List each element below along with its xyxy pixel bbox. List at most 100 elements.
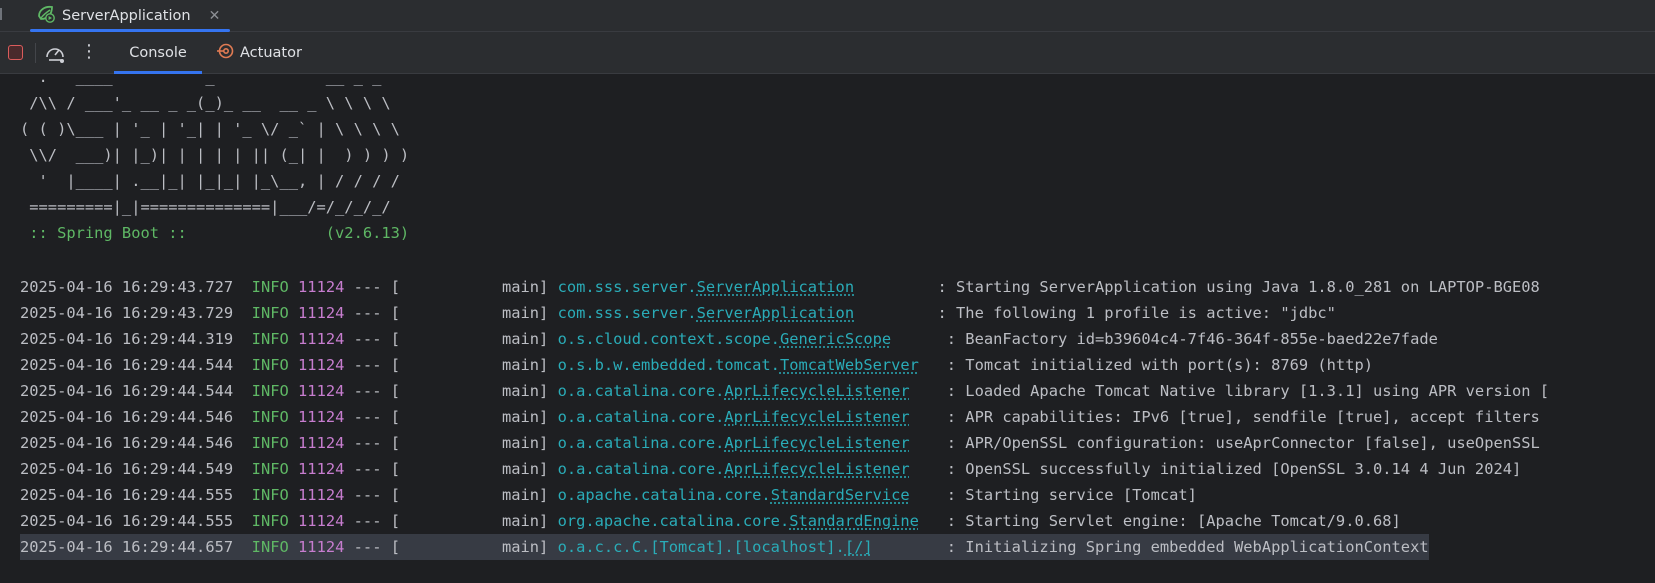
log-separator: ---	[353, 304, 382, 322]
log-separator: ---	[353, 382, 382, 400]
toolbar-divider	[35, 43, 36, 63]
log-message: : OpenSSL successfully initialized [Open…	[946, 460, 1522, 478]
log-logger-class-link[interactable]: StandardEngine	[789, 512, 919, 530]
log-pid: 11124	[298, 434, 345, 452]
log-line: 2025-04-16 16:29:44.544 INFO 11124 --- […	[20, 378, 1549, 404]
log-level: INFO	[251, 278, 289, 296]
stop-icon[interactable]	[8, 45, 23, 60]
log-line: 2025-04-16 16:29:44.657 INFO 11124 --- […	[20, 534, 1429, 560]
log-thread: [ main]	[390, 434, 549, 452]
log-logger-package: o.a.catalina.core.	[557, 434, 725, 452]
log-logger: o.a.c.c.C.[Tomcat].[localhost].[/]	[558, 538, 873, 556]
log-thread: [ main]	[390, 408, 549, 426]
log-level: INFO	[251, 512, 289, 530]
log-logger-package: o.a.c.c.C.[Tomcat].[localhost].	[557, 538, 845, 556]
log-pid: 11124	[298, 460, 345, 478]
log-timestamp: 2025-04-16 16:29:44.555	[20, 486, 234, 504]
log-pid: 11124	[298, 330, 345, 348]
log-message: : Tomcat initialized with port(s): 8769 …	[946, 356, 1373, 374]
log-logger-class-link[interactable]: AprLifecycleListener	[724, 434, 909, 452]
log-level: INFO	[251, 356, 289, 374]
log-timestamp: 2025-04-16 16:29:43.729	[20, 304, 234, 322]
log-thread: [ main]	[390, 304, 549, 322]
more-options-icon[interactable]: ⋮	[80, 39, 98, 65]
log-logger-class-link[interactable]: AprLifecycleListener	[724, 382, 909, 400]
log-level: INFO	[251, 408, 289, 426]
log-timestamp: 2025-04-16 16:29:44.544	[20, 382, 234, 400]
tab-actuator-label: Actuator	[240, 45, 302, 61]
log-message: : Starting Servlet engine: [Apache Tomca…	[946, 512, 1401, 530]
log-logger-package: o.s.cloud.context.scope.	[557, 330, 780, 348]
log-message: : BeanFactory id=b39604c4-7f46-364f-855e…	[946, 330, 1438, 348]
log-pid: 11124	[298, 382, 345, 400]
log-timestamp: 2025-04-16 16:29:44.555	[20, 512, 234, 530]
log-thread: [ main]	[390, 538, 549, 556]
log-line: 2025-04-16 16:29:43.729 INFO 11124 --- […	[20, 300, 1336, 326]
log-level: INFO	[251, 460, 289, 478]
log-thread: [ main]	[390, 460, 549, 478]
log-level: INFO	[251, 382, 289, 400]
log-logger-class-link[interactable]: GenericScope	[780, 330, 891, 348]
log-thread: [ main]	[390, 356, 549, 374]
log-logger-package: o.a.catalina.core.	[557, 460, 725, 478]
log-message: : The following 1 profile is active: "jd…	[937, 304, 1336, 322]
log-timestamp: 2025-04-16 16:29:44.544	[20, 356, 234, 374]
log-message: : Initializing Spring embedded WebApplic…	[946, 538, 1429, 556]
log-pid: 11124	[298, 538, 345, 556]
log-logger-package: o.apache.catalina.core.	[557, 486, 771, 504]
spring-boot-version-line: :: Spring Boot :: (v2.6.13)	[20, 224, 410, 242]
log-logger-class-link[interactable]: AprLifecycleListener	[724, 408, 909, 426]
banner-line: ( ( )\___ | '_ | '_| | '_ \/ _` | \ \ \ …	[20, 120, 400, 138]
log-level: INFO	[251, 304, 289, 322]
log-timestamp: 2025-04-16 16:29:44.549	[20, 460, 234, 478]
log-logger-package: com.sss.server.	[557, 278, 697, 296]
log-timestamp: 2025-04-16 16:29:44.657	[20, 538, 234, 556]
log-timestamp: 2025-04-16 16:29:43.727	[20, 278, 234, 296]
banner-line: ' |____| .__|_| |_|_| |_\__, | / / / /	[20, 172, 400, 190]
log-separator: ---	[353, 408, 382, 426]
log-line: 2025-04-16 16:29:44.549 INFO 11124 --- […	[20, 456, 1521, 482]
run-tab-label: ServerApplication	[62, 8, 191, 24]
log-pid: 11124	[298, 356, 345, 374]
banner-line: =========|_|==============|___/=/_/_/_/	[20, 198, 391, 216]
log-line: 2025-04-16 16:29:44.544 INFO 11124 --- […	[20, 352, 1373, 378]
log-separator: ---	[353, 330, 382, 348]
log-message: : APR/OpenSSL configuration: useAprConne…	[946, 434, 1540, 452]
log-logger-class-link[interactable]: TomcatWebServer	[780, 356, 919, 374]
banner-line: . ____ _ __ _ _	[20, 74, 382, 86]
log-logger-class-link[interactable]: StandardService	[771, 486, 910, 504]
log-separator: ---	[353, 538, 382, 556]
gauge-icon[interactable]	[44, 42, 66, 64]
log-line: 2025-04-16 16:29:44.555 INFO 11124 --- […	[20, 482, 1197, 508]
log-message: : Loaded Apache Tomcat Native library [1…	[946, 382, 1550, 400]
log-separator: ---	[353, 486, 382, 504]
close-icon[interactable]: ✕	[209, 8, 221, 24]
log-logger: o.apache.catalina.core.StandardService	[558, 486, 910, 504]
log-message: : Starting service [Tomcat]	[946, 486, 1197, 504]
log-logger: org.apache.catalina.core.StandardEngine	[558, 512, 919, 530]
actuator-icon	[216, 42, 234, 64]
banner-line: \\/ ___)| |_)| | | | | || (_| | ) ) ) )	[20, 146, 410, 164]
log-logger-class-link[interactable]: ServerApplication	[697, 304, 855, 322]
log-logger-class-link[interactable]: [/]	[845, 538, 873, 556]
log-thread: [ main]	[390, 382, 549, 400]
run-tab-serverapplication[interactable]: ServerApplication ✕	[30, 0, 230, 32]
tab-actuator[interactable]: Actuator	[216, 32, 302, 74]
log-level: INFO	[251, 486, 289, 504]
tab-console-label: Console	[129, 45, 187, 61]
tab-console[interactable]: Console	[114, 32, 202, 74]
log-logger-class-link[interactable]: ServerApplication	[697, 278, 855, 296]
tab-bar-edge	[0, 8, 2, 20]
log-logger-class-link[interactable]: AprLifecycleListener	[724, 460, 909, 478]
log-pid: 11124	[298, 408, 345, 426]
log-line: 2025-04-16 16:29:44.546 INFO 11124 --- […	[20, 404, 1540, 430]
log-separator: ---	[353, 278, 382, 296]
log-level: INFO	[251, 538, 289, 556]
log-line: 2025-04-16 16:29:44.555 INFO 11124 --- […	[20, 508, 1401, 534]
log-message: : Starting ServerApplication using Java …	[937, 278, 1540, 296]
log-separator: ---	[353, 356, 382, 374]
log-thread: [ main]	[390, 512, 549, 530]
log-message: : APR capabilities: IPv6 [true], sendfil…	[946, 408, 1540, 426]
console-output[interactable]: . ____ _ __ _ _ /\\ / ___'_ __ _ _(_)_ _…	[0, 74, 1655, 583]
log-line: 2025-04-16 16:29:44.546 INFO 11124 --- […	[20, 430, 1540, 456]
